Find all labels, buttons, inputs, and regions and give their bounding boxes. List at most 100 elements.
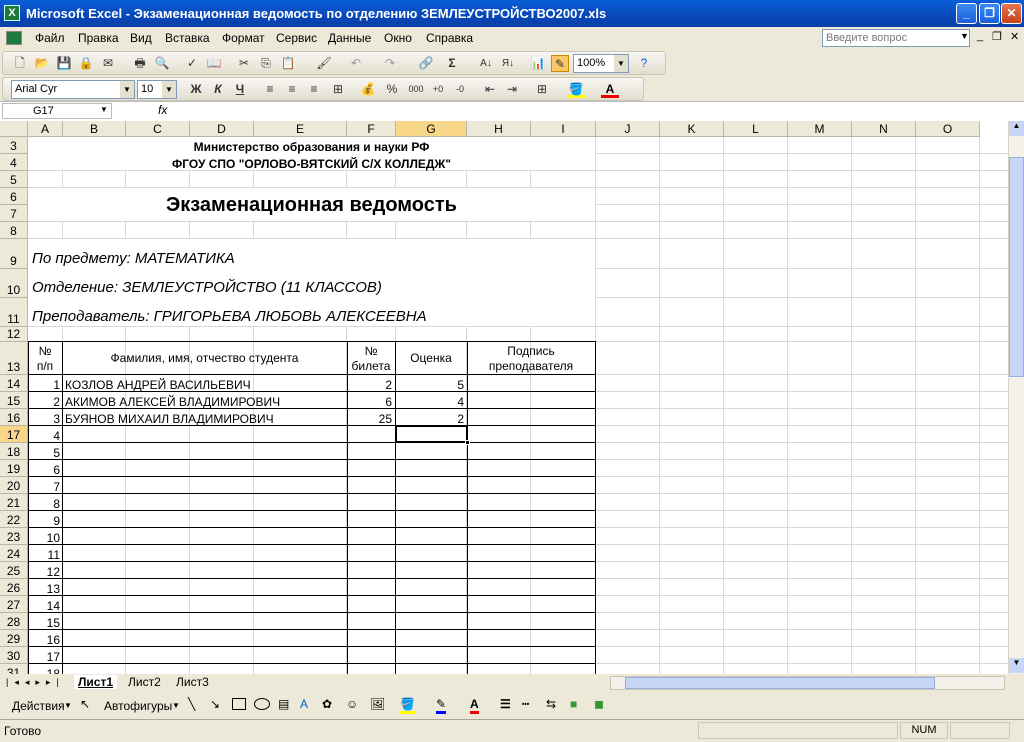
menu-edit[interactable]: Правка [78,31,119,45]
table-row-name[interactable] [63,494,347,511]
table-row-name[interactable] [63,647,347,664]
table-row-ticket[interactable] [347,545,395,562]
increase-indent-icon[interactable]: ⇥ [503,81,521,98]
table-row-name[interactable] [63,596,347,613]
column-header-A[interactable]: A [28,121,63,137]
column-header-E[interactable]: E [254,121,347,137]
name-box[interactable]: G17 [2,103,112,119]
table-row-grade[interactable] [396,443,467,460]
decrease-indent-icon[interactable]: ⇤ [481,81,499,98]
table-row-grade[interactable] [396,528,467,545]
table-row-num[interactable]: 15 [28,613,62,630]
table-row-ticket[interactable] [347,494,395,511]
table-row-name[interactable]: АКИМОВ АЛЕКСЕЙ ВЛАДИМИРОВИЧ [63,392,347,409]
row-header-8[interactable]: 8 [0,222,28,239]
print-preview-icon[interactable]: 🔍 [153,55,171,72]
merge-center-icon[interactable]: ⊞ [329,81,347,98]
doc-restore-button[interactable]: ❐ [992,30,1002,43]
row-header-29[interactable]: 29 [0,630,28,647]
spelling-icon[interactable]: ✓ [183,55,201,72]
table-row-name[interactable] [63,562,347,579]
vertical-scrollbar[interactable]: ▲ ▼ [1008,121,1024,674]
thousands-button[interactable]: 000 [405,81,427,98]
table-row-num[interactable]: 13 [28,579,62,596]
tab-sheet2[interactable]: Лист2 [124,675,165,689]
table-row-num[interactable]: 4 [28,426,62,443]
row-header-16[interactable]: 16 [0,409,28,426]
email-icon[interactable]: ✉ [99,55,117,72]
document-icon[interactable] [6,31,22,45]
wordart-icon[interactable]: A [300,697,308,711]
table-row-name[interactable] [63,579,347,596]
actions-dropdown-icon[interactable]: ▼ [64,701,72,710]
table-row-num[interactable]: 17 [28,647,62,664]
excel-app-icon[interactable]: X [4,5,20,21]
table-row-name[interactable] [63,528,347,545]
hscroll-thumb[interactable] [625,677,935,689]
table-row-num[interactable]: 6 [28,460,62,477]
line-icon[interactable]: ╲ [188,697,195,711]
table-row-num[interactable]: 8 [28,494,62,511]
column-header-M[interactable]: M [788,121,852,137]
table-row-name[interactable]: КОЗЛОВ АНДРЕЙ ВАСИЛЬЕВИЧ [63,375,347,392]
menu-tools[interactable]: Сервис [276,31,317,45]
format-painter-icon[interactable]: 🖌 [315,55,333,72]
table-row-name[interactable]: БУЯНОВ МИХАИЛ ВЛАДИМИРОВИЧ [63,409,347,426]
row-header-31[interactable]: 31 [0,664,28,674]
row-header-18[interactable]: 18 [0,443,28,460]
select-objects-icon[interactable]: ↖ [80,697,90,711]
underline-button[interactable]: Ч [231,81,249,98]
menu-file[interactable]: Файл [35,31,65,45]
column-header-B[interactable]: B [63,121,126,137]
borders-icon[interactable]: ⊞ [533,81,551,98]
rectangle-icon[interactable] [232,698,246,710]
table-row-name[interactable] [63,443,347,460]
save-icon[interactable]: 💾 [55,55,73,72]
table-row-num[interactable]: 16 [28,630,62,647]
italic-button[interactable]: К [209,81,227,98]
row-header-10[interactable]: 10 [0,269,28,298]
diagram-icon[interactable]: ✿ [322,697,332,711]
autoshapes-dropdown-icon[interactable]: ▼ [172,701,180,710]
arrow-icon[interactable]: ↘ [210,697,220,711]
column-header-O[interactable]: O [916,121,980,137]
draw-fill-color-icon[interactable]: 🪣 [400,697,415,714]
line-style-icon[interactable]: ☰ [500,697,511,711]
table-row-grade[interactable] [396,460,467,477]
table-row-grade[interactable]: 5 [396,375,467,392]
table-row-ticket[interactable]: 6 [347,392,395,409]
table-row-ticket[interactable]: 25 [347,409,395,426]
increase-decimal-icon[interactable]: +0 [429,81,447,98]
help-icon[interactable]: ? [635,55,653,72]
table-row-ticket[interactable] [347,596,395,613]
bold-button[interactable]: Ж [187,81,205,98]
zoom-select[interactable]: 100% ▼ [573,54,629,73]
table-row-num[interactable]: 18 [28,664,62,674]
table-row-grade[interactable] [396,613,467,630]
decrease-decimal-icon[interactable]: -0 [451,81,469,98]
column-header-H[interactable]: H [467,121,531,137]
table-row-grade[interactable] [396,596,467,613]
row-header-12[interactable]: 12 [0,327,28,342]
select-all-corner[interactable] [0,121,28,137]
table-row-grade[interactable] [396,647,467,664]
open-icon[interactable]: 📂 [33,55,51,72]
table-row-ticket[interactable] [347,443,395,460]
column-header-J[interactable]: J [596,121,660,137]
redo-icon[interactable]: ↷ [381,55,399,72]
textbox-icon[interactable]: ▤ [278,697,289,711]
research-icon[interactable]: 📖 [205,55,223,72]
row-header-27[interactable]: 27 [0,596,28,613]
table-row-name[interactable] [63,664,347,674]
table-row-num[interactable]: 1 [28,375,62,392]
align-right-icon[interactable]: ≡ [305,81,323,98]
font-name-select[interactable]: Arial Cyr ▼ [11,80,135,99]
row-header-11[interactable]: 11 [0,298,28,327]
cut-icon[interactable]: ✂ [235,55,253,72]
name-box-dropdown-icon[interactable]: ▼ [100,105,108,114]
currency-icon[interactable]: 💰 [359,81,377,98]
row-header-22[interactable]: 22 [0,511,28,528]
menu-insert[interactable]: Вставка [165,31,210,45]
fill-color-icon[interactable]: 🪣 [567,81,585,98]
sort-ascending-icon[interactable]: A↓ [477,55,495,72]
